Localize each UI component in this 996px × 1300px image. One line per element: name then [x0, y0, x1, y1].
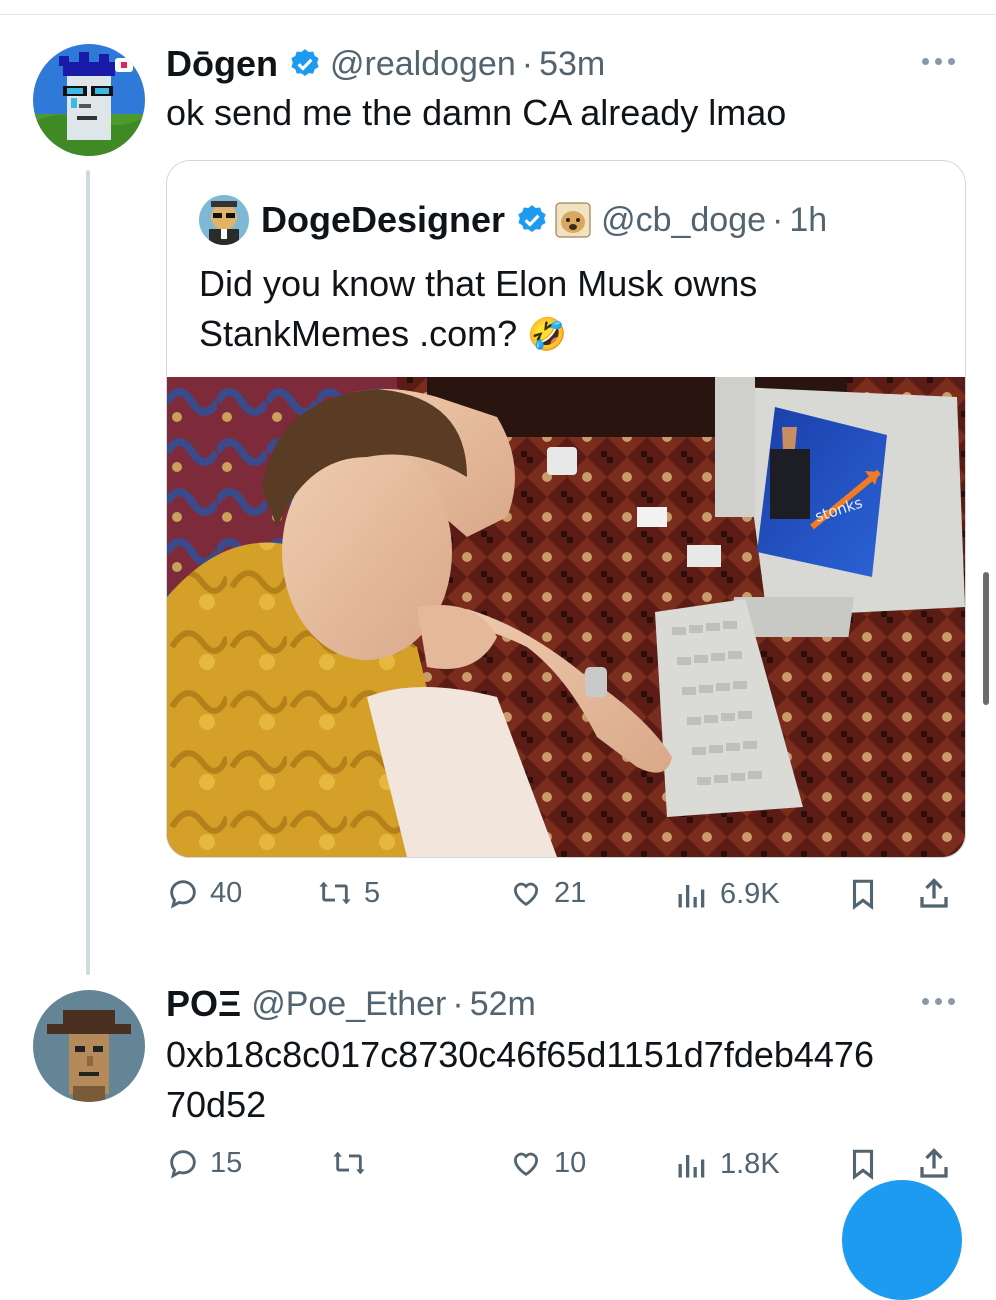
repost-icon [316, 876, 354, 910]
quote-header: DogeDesigner @cb_doge · 1h [261, 199, 827, 241]
quote-text-line2-wrap: StankMemes .com? 🤣 [199, 311, 567, 357]
repost-count: 5 [364, 876, 381, 909]
tweet1-author-name[interactable]: Dōgen [166, 43, 278, 85]
tweet2-timestamp[interactable]: 52m [470, 985, 536, 1024]
quoted-tweet-photo[interactable]: stonks [167, 377, 965, 857]
reply-button[interactable]: 40 [166, 876, 242, 910]
verified-badge-icon [515, 203, 549, 237]
reply-button[interactable]: 15 [166, 1146, 242, 1180]
tweet2-actions: 15 10 1.8K [166, 1146, 966, 1196]
reply-count: 15 [210, 1146, 243, 1179]
bookmark-icon [846, 876, 880, 912]
views-icon [674, 1146, 710, 1182]
views-button[interactable]: 6.9K [674, 876, 780, 912]
like-button[interactable]: 10 [508, 1146, 586, 1180]
scrollbar-thumb[interactable] [983, 572, 989, 705]
views-icon [674, 876, 710, 912]
separator-dot: · [521, 44, 534, 83]
verified-badge-icon [288, 47, 322, 81]
separator-dot: · [452, 984, 464, 1023]
quote-text-line2: StankMemes .com? [199, 313, 518, 354]
like-button[interactable]: 21 [508, 876, 586, 910]
tweet1-author-handle[interactable]: @realdogen [330, 45, 516, 84]
repost-button[interactable]: 5 [316, 876, 380, 910]
reply-icon [166, 1146, 200, 1180]
bookmark-icon [846, 1146, 880, 1182]
laughing-emoji-icon: 🤣 [527, 316, 567, 352]
avatar-dogedesigner[interactable] [199, 195, 249, 245]
views-button[interactable]: 1.8K [674, 1146, 780, 1182]
thread-line [86, 170, 90, 975]
tweet2-text-line2: 70d52 [166, 1084, 267, 1125]
like-count: 10 [554, 1146, 587, 1179]
views-count: 6.9K [720, 877, 780, 910]
separator-dot: · [772, 200, 784, 239]
quote-timestamp[interactable]: 1h [789, 201, 827, 240]
views-count: 1.8K [720, 1147, 780, 1180]
reply-icon [166, 876, 200, 910]
top-divider [0, 14, 996, 15]
avatar-dogen[interactable] [33, 44, 145, 156]
like-icon [508, 876, 544, 910]
tweet1-actions: 40 5 21 6.9K [166, 876, 966, 926]
tweet2-more-icon[interactable] [922, 998, 955, 1005]
tweet2-author-name[interactable]: POΞ [166, 983, 241, 1025]
share-icon [916, 876, 952, 912]
doge-affiliate-badge-icon[interactable] [555, 202, 591, 238]
quote-author-name[interactable]: DogeDesigner [261, 199, 505, 241]
repost-button[interactable] [330, 1146, 378, 1180]
share-button[interactable] [916, 876, 952, 912]
quoted-tweet-card[interactable]: DogeDesigner @cb_doge · 1h Did you know … [166, 160, 966, 858]
share-button[interactable] [916, 1146, 952, 1182]
like-count: 21 [554, 876, 587, 909]
repost-icon [330, 1146, 368, 1180]
share-icon [916, 1146, 952, 1182]
tweet1-header: Dōgen @realdogen · 53m [166, 43, 605, 85]
tweet2-author-handle[interactable]: @Poe_Ether [251, 985, 446, 1024]
quote-text-line1: Did you know that Elon Musk owns [199, 263, 758, 304]
quote-author-handle[interactable]: @cb_doge [601, 201, 766, 240]
like-icon [508, 1146, 544, 1180]
compose-fab-button[interactable] [842, 1180, 962, 1300]
tweet2-text-line1: 0xb18c8c017c8730c46f65d1151d7fdeb4476 [166, 1034, 874, 1075]
tweet2-header: POΞ @Poe_Ether · 52m [166, 983, 536, 1025]
reply-count: 40 [210, 876, 243, 909]
avatar-poe[interactable] [33, 990, 145, 1102]
bookmark-button[interactable] [846, 1146, 880, 1182]
tweet1-timestamp[interactable]: 53m [539, 45, 605, 84]
tweet1-more-icon[interactable] [922, 58, 955, 65]
bookmark-button[interactable] [846, 876, 880, 912]
tweet1-text: ok send me the damn CA already lmao [166, 92, 787, 133]
